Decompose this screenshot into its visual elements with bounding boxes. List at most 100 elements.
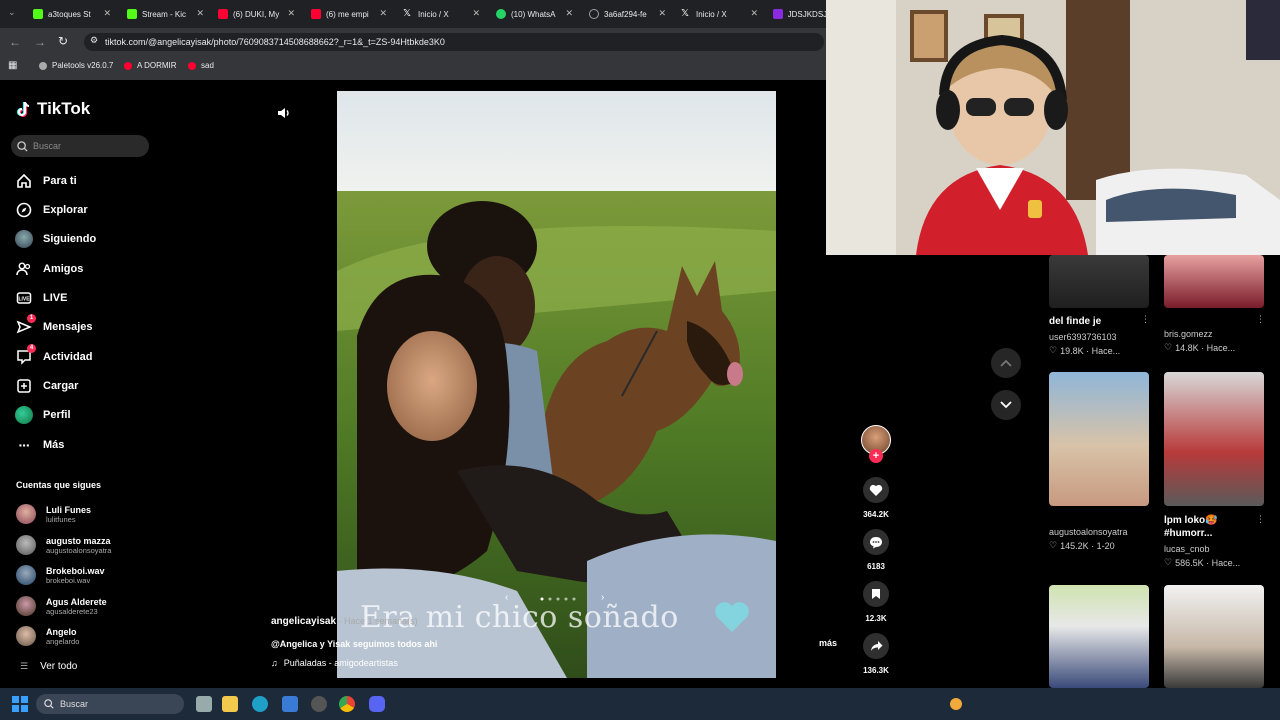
app-icon[interactable] (311, 696, 327, 712)
video-meta: ♡ 19.8K · Hace... (1049, 345, 1121, 356)
tab-list-icon[interactable]: ⌄ (8, 7, 16, 18)
avatar (16, 565, 36, 585)
browser-tab[interactable]: JDSJKDSJA (773, 4, 826, 24)
more-button[interactable]: más (819, 638, 837, 648)
task-view-icon[interactable] (196, 696, 212, 712)
options-icon[interactable]: ⋮ (1256, 514, 1265, 525)
nav-para-ti[interactable]: Para ti (15, 172, 77, 190)
see-all-button[interactable]: ☰ Ver todo (20, 661, 77, 672)
windows-start-icon[interactable] (12, 696, 28, 712)
kick-icon (33, 9, 43, 19)
nav-cargar[interactable]: Cargar (15, 377, 78, 395)
share-button[interactable] (863, 633, 889, 659)
bookmark-item[interactable]: Paletools v26.0.7 (39, 61, 113, 70)
tiktok-logo[interactable]: TikTok (15, 99, 90, 119)
nav-siguiendo[interactable]: Siguiendo (15, 230, 96, 248)
nav-amigos[interactable]: Amigos (15, 260, 83, 278)
forward-icon[interactable]: → (34, 35, 46, 49)
close-tab-icon[interactable]: ✕ (379, 8, 387, 19)
video-title[interactable]: lpm loko🥵 #humorr... (1164, 514, 1254, 540)
list-icon: ☰ (20, 661, 29, 671)
avatar (16, 535, 36, 555)
next-post-button[interactable] (991, 390, 1021, 420)
video-author[interactable]: user6393736103 (1049, 332, 1117, 342)
edge-icon[interactable] (252, 696, 268, 712)
share-icon (870, 641, 882, 651)
browser-tab[interactable]: Stream - Kic ✕ (127, 4, 204, 24)
bookmark-item[interactable]: A DORMIR (124, 61, 177, 70)
comment-button[interactable] (863, 529, 889, 555)
following-account[interactable]: Agus Alderete agusalderete23 (16, 596, 107, 616)
close-tab-icon[interactable]: ✕ (287, 8, 295, 19)
browser-tab[interactable]: a3toques St ✕ (33, 4, 111, 24)
video-title[interactable]: del finde je (1049, 316, 1101, 327)
music-note-icon: ♫ (271, 658, 278, 668)
post-author[interactable]: angelicayisak · Hace 1 semana(s) (271, 616, 418, 627)
following-account[interactable]: Brokeboi.wav brokeboi.wav (16, 565, 105, 585)
discord-icon[interactable] (369, 696, 385, 712)
browser-tab[interactable]: (6) me empi ✕ (311, 4, 387, 24)
site-info-icon[interactable]: ⚙ (90, 35, 98, 46)
close-tab-icon[interactable]: ✕ (658, 8, 666, 19)
nav-explorar[interactable]: Explorar (15, 201, 88, 219)
nav-perfil[interactable]: Perfil (15, 406, 71, 424)
video-author[interactable]: augustoalonsoyatra (1049, 527, 1128, 537)
follow-plus-icon[interactable]: + (869, 449, 883, 463)
post-music[interactable]: ♫ Puñaladas - amigodeartistas (271, 658, 398, 668)
volume-icon[interactable] (276, 105, 292, 126)
related-thumbnail[interactable] (1164, 255, 1264, 308)
notification-badge: 1 (27, 314, 36, 323)
apps-grid-icon[interactable]: ▦ (8, 60, 17, 71)
bookmark-icon (872, 589, 880, 599)
following-account[interactable]: Luli Funes lulitfunes (16, 504, 91, 524)
options-icon[interactable]: ⋮ (1141, 314, 1150, 325)
close-tab-icon[interactable]: ✕ (196, 8, 204, 19)
store-icon[interactable] (282, 696, 298, 712)
nav-live[interactable]: LIVE LIVE (15, 289, 67, 307)
file-explorer-icon[interactable] (222, 696, 238, 712)
nav-actividad[interactable]: 4 Actividad (15, 344, 93, 366)
light-blue-heart-icon (713, 600, 751, 639)
x-logo-icon: 𝕏 (681, 8, 690, 19)
back-icon[interactable]: ← (9, 35, 21, 49)
like-button[interactable] (863, 477, 889, 503)
following-account[interactable]: Angelo angelardo (16, 626, 79, 646)
nav-mas[interactable]: ··· Más (15, 436, 65, 454)
browser-tab[interactable]: (6) DUKI, My ✕ (218, 4, 295, 24)
like-count: 364.2K (863, 510, 889, 519)
close-tab-icon[interactable]: ✕ (750, 8, 758, 19)
related-thumbnail[interactable] (1049, 585, 1149, 688)
weather-icon[interactable] (950, 698, 962, 710)
related-thumbnail[interactable] (1049, 372, 1149, 506)
nav-mensajes[interactable]: 1 Mensajes (15, 314, 93, 336)
url-text[interactable]: tiktok.com/@angelicayisak/photo/76090837… (105, 37, 445, 47)
browser-tab[interactable]: 𝕏 Inicio / X ✕ (681, 4, 758, 24)
x-logo-icon: 𝕏 (403, 8, 412, 19)
related-thumbnail[interactable] (1164, 372, 1264, 506)
close-tab-icon[interactable]: ✕ (103, 8, 111, 19)
previous-post-button[interactable] (991, 348, 1021, 378)
post-photo[interactable] (337, 91, 776, 678)
chevron-down-icon (1000, 401, 1012, 409)
video-author[interactable]: bris.gomezz (1164, 329, 1213, 339)
close-tab-icon[interactable]: ✕ (565, 8, 573, 19)
browser-tab[interactable]: (10) WhatsA ✕ (496, 4, 573, 24)
kick-icon (127, 9, 137, 19)
reload-icon[interactable]: ↻ (58, 34, 68, 48)
related-thumbnail[interactable] (1164, 585, 1264, 688)
heart-outline-icon: ♡ (1049, 540, 1058, 550)
chrome-icon[interactable] (339, 696, 355, 712)
options-icon[interactable]: ⋮ (1256, 314, 1265, 325)
taskbar (0, 688, 1280, 720)
youtube-icon (311, 9, 321, 19)
video-author[interactable]: lucas_cnob (1164, 544, 1210, 554)
browser-tab[interactable]: 𝕏 Inicio / X ✕ (403, 4, 480, 24)
browser-tab[interactable]: 3a6af294-fe ✕ (589, 4, 666, 24)
save-button[interactable] (863, 581, 889, 607)
following-account[interactable]: augusto mazza augustoalonsoyatra (16, 535, 111, 555)
bookmark-item[interactable]: sad (188, 61, 214, 70)
tiktok-search-input[interactable]: Buscar (11, 135, 149, 157)
related-thumbnail[interactable] (1049, 255, 1149, 308)
close-tab-icon[interactable]: ✕ (472, 8, 480, 19)
taskbar-search-input[interactable]: Buscar (36, 694, 184, 714)
